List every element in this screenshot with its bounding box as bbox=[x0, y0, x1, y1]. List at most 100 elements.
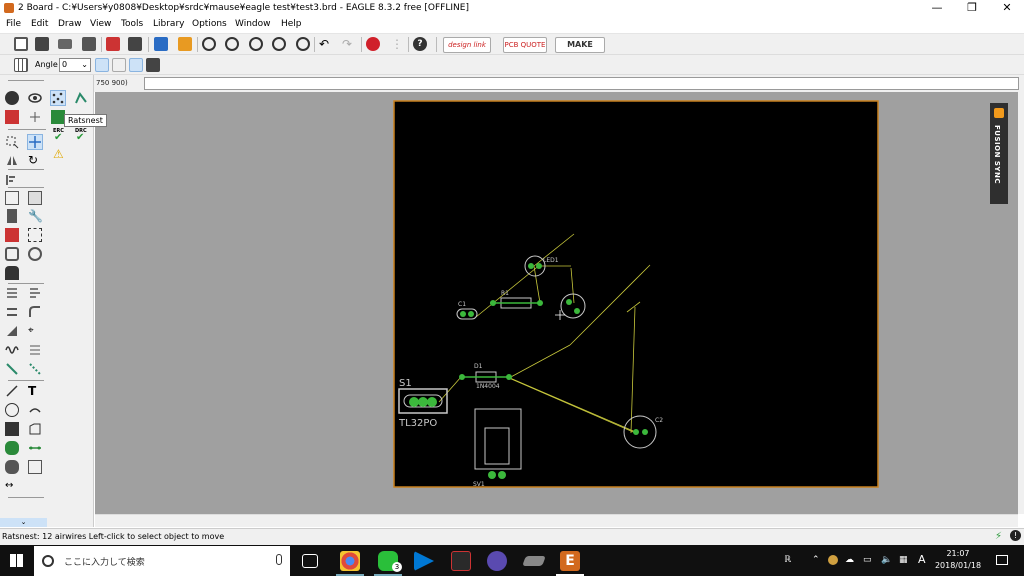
sch-icon[interactable] bbox=[106, 37, 120, 51]
erc-check-icon[interactable]: ✔ bbox=[54, 133, 68, 147]
route-autorouter-icon[interactable] bbox=[5, 362, 19, 376]
onedrive-icon[interactable]: ☁ bbox=[845, 555, 854, 565]
taskbar-search[interactable]: ここに入力して検索 bbox=[34, 546, 290, 576]
alert-icon[interactable]: ! bbox=[1010, 530, 1021, 541]
replace-icon[interactable] bbox=[5, 247, 19, 261]
eclipse-icon[interactable] bbox=[487, 551, 507, 571]
zoom-redraw-icon[interactable] bbox=[272, 37, 286, 51]
arc-icon[interactable] bbox=[28, 403, 42, 417]
notification-area-icon[interactable]: ▦ bbox=[899, 555, 908, 565]
save-icon[interactable] bbox=[35, 37, 49, 51]
miter-icon[interactable] bbox=[28, 305, 42, 319]
text-icon[interactable]: T bbox=[28, 384, 42, 398]
move-select-icon[interactable] bbox=[5, 135, 19, 149]
command-line-input[interactable] bbox=[144, 77, 1019, 90]
align-icon[interactable] bbox=[5, 173, 19, 187]
slice-icon[interactable] bbox=[5, 305, 19, 319]
task-view-icon[interactable] bbox=[302, 554, 318, 568]
change-icon[interactable]: ⌖ bbox=[28, 324, 42, 338]
show-eye-icon[interactable] bbox=[28, 91, 42, 105]
dimension-icon[interactable]: ↔ bbox=[5, 479, 19, 493]
zoom-in-icon[interactable] bbox=[225, 37, 239, 51]
polygon-icon[interactable] bbox=[28, 422, 42, 436]
mirror-text-icon[interactable] bbox=[95, 58, 109, 72]
optimize-icon[interactable] bbox=[28, 286, 42, 300]
grid-icon[interactable] bbox=[14, 58, 28, 72]
layer-view-icon[interactable] bbox=[129, 58, 143, 72]
hole-icon[interactable] bbox=[5, 460, 19, 474]
rotate-icon[interactable]: ↻ bbox=[28, 153, 42, 167]
go-icon[interactable]: ⋮ bbox=[390, 37, 404, 51]
zoom-out-icon[interactable] bbox=[249, 37, 263, 51]
rectangle-icon[interactable] bbox=[5, 422, 19, 436]
menu-window[interactable]: Window bbox=[235, 19, 271, 29]
media-app-icon[interactable] bbox=[414, 551, 434, 571]
menu-help[interactable]: Help bbox=[281, 19, 302, 29]
open-icon[interactable] bbox=[14, 37, 28, 51]
move-icon[interactable] bbox=[27, 134, 43, 150]
lock-icon[interactable] bbox=[5, 266, 19, 280]
undo-icon[interactable]: ↶ bbox=[319, 37, 333, 51]
menu-library[interactable]: Library bbox=[153, 19, 184, 29]
people-icon[interactable]: ℝ bbox=[784, 555, 791, 565]
restore-button[interactable]: ❐ bbox=[955, 0, 989, 17]
volume-icon[interactable]: 🔈 bbox=[881, 555, 892, 565]
menu-tools[interactable]: Tools bbox=[121, 19, 143, 29]
ratsnest-icon[interactable] bbox=[50, 90, 66, 106]
menu-draw[interactable]: Draw bbox=[58, 19, 82, 29]
ripup-icon[interactable] bbox=[28, 362, 42, 376]
board-canvas[interactable]: LED1 R1 C1 D1 1N4004 S1 TL32PO C2 SV1 FU… bbox=[95, 92, 1018, 514]
cut-icon[interactable] bbox=[28, 228, 42, 242]
cam-icon[interactable] bbox=[82, 37, 96, 51]
drc-check-icon[interactable]: ✔ bbox=[76, 133, 90, 147]
script-icon[interactable] bbox=[178, 37, 192, 51]
menu-file[interactable]: File bbox=[6, 19, 21, 29]
via-icon[interactable] bbox=[5, 441, 19, 455]
tray-expand-icon[interactable]: ⌃ bbox=[812, 555, 820, 565]
line-icon[interactable] bbox=[5, 384, 19, 398]
ime-indicator[interactable]: A bbox=[918, 553, 926, 566]
zoom-area-icon[interactable] bbox=[296, 37, 310, 51]
copy-icon[interactable] bbox=[5, 191, 19, 205]
group-icon[interactable] bbox=[5, 228, 19, 242]
split-icon[interactable] bbox=[5, 286, 19, 300]
help-icon[interactable]: ? bbox=[413, 37, 427, 51]
pen-app-icon[interactable] bbox=[451, 551, 471, 571]
attribute-icon[interactable] bbox=[28, 460, 42, 474]
angle-select[interactable]: 0 ⌄ bbox=[59, 58, 91, 72]
minimize-button[interactable]: — bbox=[920, 0, 954, 17]
expand-panel-icon[interactable]: ⌄ bbox=[0, 518, 47, 527]
eagle-taskbar-icon[interactable]: E bbox=[560, 551, 580, 571]
fusion-sync-panel[interactable]: FUSION SYNC bbox=[990, 103, 1008, 204]
meander-icon[interactable] bbox=[5, 324, 19, 338]
design-link-button[interactable]: design link bbox=[443, 37, 491, 53]
stop-icon[interactable] bbox=[366, 37, 380, 51]
board-drawing[interactable]: LED1 R1 C1 D1 1N4004 S1 TL32PO C2 SV1 bbox=[95, 92, 1018, 514]
circle-icon[interactable] bbox=[5, 403, 19, 417]
erc-icon[interactable] bbox=[51, 110, 65, 124]
spin-text-icon[interactable] bbox=[112, 58, 126, 72]
warning-icon[interactable]: ⚠ bbox=[53, 147, 67, 161]
sync-status-icon[interactable]: ⚡ bbox=[995, 531, 1002, 542]
battery-icon[interactable]: ▭ bbox=[863, 555, 872, 565]
ulp-icon[interactable] bbox=[154, 37, 168, 51]
wave-icon[interactable] bbox=[5, 343, 19, 357]
microphone-icon[interactable] bbox=[276, 554, 282, 565]
menu-view[interactable]: View bbox=[90, 19, 111, 29]
info-icon[interactable] bbox=[5, 91, 19, 105]
paste-icon[interactable] bbox=[28, 191, 42, 205]
menu-options[interactable]: Options bbox=[192, 19, 227, 29]
lines-icon[interactable] bbox=[28, 343, 42, 357]
mirror-icon[interactable] bbox=[5, 153, 19, 167]
swap-icon[interactable] bbox=[28, 247, 42, 261]
menu-edit[interactable]: Edit bbox=[31, 19, 48, 29]
signal-icon[interactable] bbox=[28, 441, 42, 455]
pcb-quote-button[interactable]: PCB QUOTE bbox=[503, 37, 547, 53]
windows-start-icon[interactable] bbox=[10, 554, 23, 567]
wrench-icon[interactable]: 🔧 bbox=[28, 209, 43, 223]
redo-icon[interactable]: ↷ bbox=[342, 37, 356, 51]
chrome-icon[interactable] bbox=[340, 551, 360, 571]
horizontal-scrollbar[interactable] bbox=[95, 514, 1018, 527]
delete-icon[interactable] bbox=[7, 209, 17, 223]
zoom-fit-icon[interactable] bbox=[202, 37, 216, 51]
